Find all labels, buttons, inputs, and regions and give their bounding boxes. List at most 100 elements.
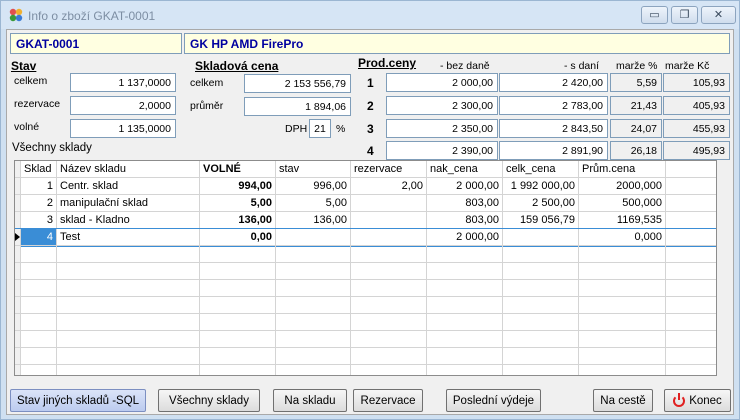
stav-volne-label: volné — [14, 121, 40, 133]
close-icon: ✕ — [713, 8, 724, 21]
cell-prum-cena: 500,000 — [579, 195, 666, 212]
empty-row — [15, 263, 716, 280]
col-header-sklad[interactable]: Sklad — [21, 161, 57, 178]
minimize-button[interactable]: ▭ — [641, 6, 668, 24]
empty-cell — [666, 246, 716, 263]
title-bar: Info o zboží GKAT-0001 ▭ ❐ ✕ — [1, 1, 739, 29]
price-level-3: 3 — [367, 122, 374, 136]
empty-cell — [200, 297, 276, 314]
cell-volne: 994,00 — [200, 178, 276, 195]
price-4-marze-kc: 495,93 — [663, 141, 730, 160]
cell-nazev: Centr. sklad — [57, 178, 200, 195]
table-row[interactable]: 3 sklad - Kladno 136,00 136,00 803,00 15… — [15, 212, 716, 229]
na-skladu-button[interactable]: Na skladu — [273, 389, 347, 412]
skladova-celkem-field[interactable]: 2 153 556,79 — [244, 74, 351, 93]
empty-cell — [276, 314, 351, 331]
skladova-celkem-label: celkem — [190, 77, 224, 89]
cell-empty — [666, 178, 716, 195]
empty-cell — [57, 365, 200, 375]
cell-celk-cena — [503, 229, 579, 246]
empty-cell — [503, 365, 579, 375]
close-button[interactable]: ✕ — [701, 6, 736, 24]
empty-cell — [21, 280, 57, 297]
col-header-empty — [666, 161, 716, 178]
na-ceste-button[interactable]: Na cestě — [593, 389, 653, 412]
empty-cell — [21, 365, 57, 375]
table-row-selected[interactable]: 4 Test 0,00 2 000,00 0,000 — [15, 228, 716, 247]
col-header-celk-cena[interactable]: celk_cena — [503, 161, 579, 178]
empty-cell — [21, 348, 57, 365]
maximize-icon: ❐ — [679, 8, 690, 21]
cell-volne: 136,00 — [200, 212, 276, 229]
empty-cell — [579, 348, 666, 365]
skladova-prumer-field[interactable]: 1 894,06 — [244, 97, 351, 116]
stav-volne-field[interactable]: 1 135,0000 — [70, 119, 176, 138]
empty-row — [15, 280, 716, 297]
empty-row — [15, 365, 716, 375]
empty-cell — [351, 331, 427, 348]
empty-cell — [21, 297, 57, 314]
price-1-marze-kc: 105,93 — [663, 73, 730, 92]
posledni-vydeje-button[interactable]: Poslední výdeje — [446, 389, 541, 412]
table-row[interactable]: 2 manipulační sklad 5,00 5,00 803,00 2 5… — [15, 195, 716, 212]
price-3-marze-pct: 24,07 — [610, 119, 662, 138]
price-3-s-dani[interactable]: 2 843,50 — [499, 119, 608, 138]
rezervace-button[interactable]: Rezervace — [353, 389, 423, 412]
empty-cell — [200, 365, 276, 375]
empty-cell — [57, 314, 200, 331]
stav-celkem-field[interactable]: 1 137,0000 — [70, 73, 176, 92]
empty-cell — [427, 331, 503, 348]
col-header-nak-cena[interactable]: nak_cena — [427, 161, 503, 178]
warehouse-grid[interactable]: Sklad Název skladu VOLNÉ stav rezervace … — [14, 160, 717, 376]
price-2-bez-dane[interactable]: 2 300,00 — [386, 96, 498, 115]
empty-cell — [21, 263, 57, 280]
empty-cell — [503, 297, 579, 314]
price-4-s-dani[interactable]: 2 891,90 — [499, 141, 608, 160]
cell-nazev: Test — [57, 229, 200, 246]
col-header-volne[interactable]: VOLNÉ — [200, 161, 276, 178]
cell-volne: 5,00 — [200, 195, 276, 212]
vsechny-sklady-button[interactable]: Všechny sklady — [158, 389, 260, 412]
empty-cell — [200, 314, 276, 331]
price-4-bez-dane[interactable]: 2 390,00 — [386, 141, 498, 160]
price-4-marze-pct: 26,18 — [610, 141, 662, 160]
cell-nak-cena: 2 000,00 — [427, 229, 503, 246]
cell-rezervace — [351, 229, 427, 246]
empty-row — [15, 246, 716, 263]
skladova-prumer-label: průměr — [190, 100, 224, 112]
empty-cell — [200, 331, 276, 348]
col-header-nazev[interactable]: Název skladu — [57, 161, 200, 178]
cell-empty — [666, 229, 716, 246]
empty-cell — [579, 365, 666, 375]
empty-cell — [427, 297, 503, 314]
price-2-marze-kc: 405,93 — [663, 96, 730, 115]
skladova-cena-title: Skladová cena — [195, 59, 279, 73]
col-header-prum-cena[interactable]: Prům.cena — [579, 161, 666, 178]
empty-cell — [351, 297, 427, 314]
col-header-rezervace[interactable]: rezervace — [351, 161, 427, 178]
stav-rezervace-label: rezervace — [14, 98, 61, 110]
price-2-s-dani[interactable]: 2 783,00 — [499, 96, 608, 115]
stav-rezervace-field[interactable]: 2,0000 — [70, 96, 176, 115]
cell-sklad[interactable]: 4 — [21, 229, 57, 246]
empty-cell — [200, 348, 276, 365]
empty-cell — [21, 331, 57, 348]
current-row-arrow-icon — [15, 233, 20, 241]
empty-cell — [57, 331, 200, 348]
window: Info o zboží GKAT-0001 ▭ ❐ ✕ GKAT-0001 G… — [0, 0, 740, 420]
empty-cell — [579, 297, 666, 314]
konec-button[interactable]: Konec — [664, 389, 731, 412]
empty-cell — [351, 365, 427, 375]
cell-volne: 0,00 — [200, 229, 276, 246]
price-1-s-dani[interactable]: 2 420,00 — [499, 73, 608, 92]
dph-field[interactable]: 21 — [309, 119, 331, 138]
stav-jinych-skladu-button[interactable]: Stav jiných skladů -SQL — [10, 389, 146, 412]
price-1-bez-dane[interactable]: 2 000,00 — [386, 73, 498, 92]
power-icon — [673, 392, 686, 407]
col-header-stav[interactable]: stav — [276, 161, 351, 178]
price-3-bez-dane[interactable]: 2 350,00 — [386, 119, 498, 138]
empty-cell — [351, 280, 427, 297]
table-row[interactable]: 1 Centr. sklad 994,00 996,00 2,00 2 000,… — [15, 178, 716, 195]
maximize-button[interactable]: ❐ — [671, 6, 698, 24]
col-s-dani: - s daní — [564, 60, 600, 72]
